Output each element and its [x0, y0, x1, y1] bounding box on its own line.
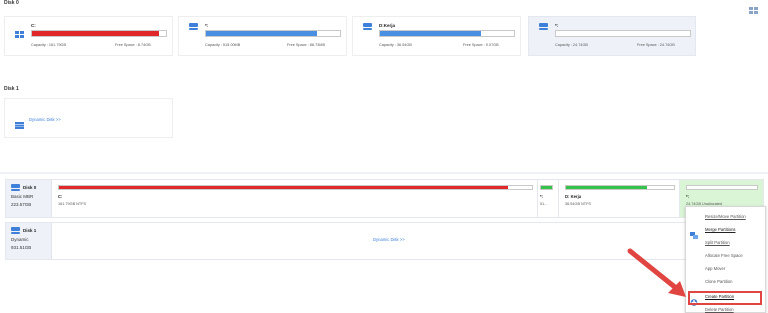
disk-size: 223.57GB [11, 202, 32, 207]
usage-bar [555, 30, 691, 37]
capacity-text: Capacity : 24.74GB [555, 43, 588, 47]
capacity-text: Capacity : 36.54GB [379, 43, 412, 47]
disk1-section-title: Disk 1 [4, 86, 19, 92]
usage-bar-fill [32, 31, 160, 36]
partition-usage-bar [565, 185, 675, 190]
partition-card-label: C: [31, 23, 36, 28]
disk1-info[interactable]: Disk 1 Dynamic 931.51GB [6, 223, 52, 259]
drive-icon [363, 23, 372, 30]
free-space-text: Free Space : 88.73MB [287, 43, 325, 47]
disk-type: Basic MBR [11, 194, 34, 199]
partition-block-d-kerja[interactable]: D: Kerja 36.54GB NTFS [559, 180, 680, 217]
partition-card-label: *: [555, 23, 559, 28]
windows-drive-icon [15, 25, 24, 38]
disk-type: Dynamic [11, 237, 29, 242]
disk-name: Disk 1 [23, 228, 37, 233]
partition-card-c[interactable]: C: Capacity : 161.79GB Free Space : 8.74… [4, 16, 173, 56]
disk-map-disk0: Disk 0 Basic MBR 223.57GB C: 161.79GB NT… [5, 179, 764, 218]
merge-icon [690, 226, 698, 239]
partition-label: *: [540, 194, 544, 199]
partition-detail: 161.79GB NTFS [58, 202, 87, 206]
partition-detail: 36.54GB NTFS [565, 202, 591, 206]
partition-usage-fill [541, 186, 552, 189]
pane-divider[interactable] [0, 172, 768, 174]
partition-card-d-kerja[interactable]: D:Kerja Capacity : 36.54GB Free Space : … [352, 16, 521, 56]
menu-item-merge-partitions[interactable]: Merge Partitions [705, 227, 736, 232]
usage-bar-fill [206, 31, 318, 36]
free-space-text: Free Space : 8.74GB [115, 43, 151, 47]
partition-block-system[interactable]: *: 51... [538, 180, 559, 217]
usage-bar-fill [380, 31, 481, 36]
annotation-arrow-icon [627, 248, 686, 297]
capacity-text: Capacity : 161.79GB [31, 43, 67, 47]
partition-card-label: *: [205, 23, 209, 28]
dynamic-disk-card[interactable]: Dynamic Disk >> [4, 98, 173, 138]
disk0-info[interactable]: Disk 0 Basic MBR 223.57GB [6, 180, 52, 217]
partition-label: C: [58, 194, 63, 199]
menu-item-clone-partition[interactable]: Clone Partition [705, 279, 732, 284]
dynamic-disk-link[interactable]: Dynamic Disk >> [29, 117, 61, 122]
dynamic-disk-link[interactable]: Dynamic Disk >> [373, 237, 405, 242]
partition-usage-bar [540, 185, 553, 190]
partition-card-unallocated[interactable]: *: Capacity : 24.74GB Free Space : 24.74… [528, 16, 696, 56]
menu-item-app-mover[interactable]: App Mover [705, 266, 725, 271]
partition-usage-bar [686, 185, 758, 190]
free-space-text: Free Space : 9.07GB [463, 43, 499, 47]
usage-bar [31, 30, 167, 37]
partition-card-system[interactable]: *: Capacity : 515.00MB Free Space : 88.7… [178, 16, 347, 56]
menu-item-resize-move[interactable]: Resize/Move Partition [705, 214, 746, 219]
usage-bar [205, 30, 341, 37]
partition-label: D: Kerja [565, 194, 582, 199]
partition-card-label: D:Kerja [379, 23, 396, 28]
partition-usage-fill [59, 186, 509, 189]
drive-icon [539, 23, 548, 30]
partition-detail: 51... [540, 202, 548, 206]
partition-label: *: [686, 194, 690, 199]
disk0-section-title: Disk 0 [4, 0, 19, 6]
disk-size: 931.51GB [11, 245, 32, 250]
free-space-text: Free Space : 24.74GB [637, 43, 675, 47]
partition-usage-bar [58, 185, 533, 190]
dynamic-disk-icon [15, 116, 24, 129]
usage-bar [379, 30, 515, 37]
menu-item-delete-partition[interactable]: Delete Partition [705, 307, 734, 312]
menu-item-allocate-free-space[interactable]: Allocate Free Space [705, 253, 743, 258]
capacity-text: Capacity : 515.00MB [205, 43, 241, 47]
view-toggle-icon[interactable] [749, 1, 758, 14]
drive-icon [189, 23, 198, 30]
partition-usage-fill [566, 186, 647, 189]
disk-icon [11, 227, 20, 234]
disk-name: Disk 0 [23, 185, 37, 190]
menu-item-split-partition[interactable]: Split Partition [705, 240, 730, 245]
partition-block-c[interactable]: C: 161.79GB NTFS [52, 180, 538, 217]
disk-icon [11, 184, 20, 191]
